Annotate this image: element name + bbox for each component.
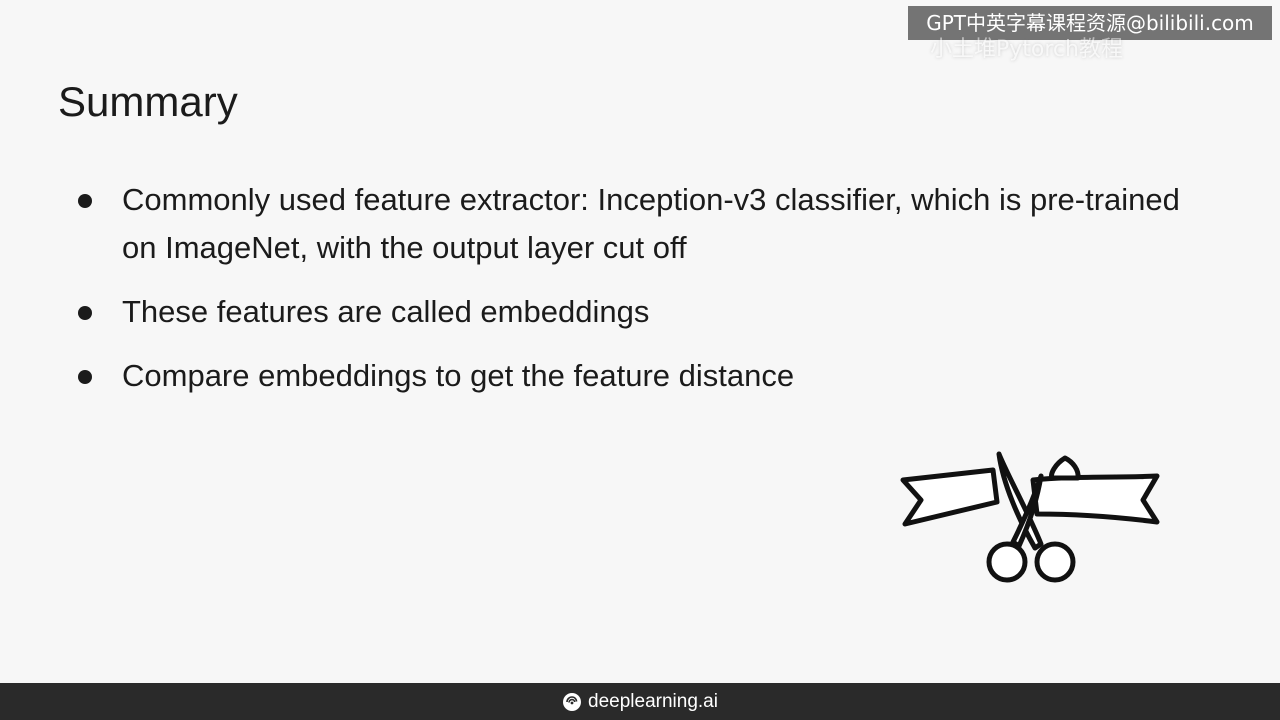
- bullet-dot-icon: [78, 194, 92, 208]
- footer-bar: deeplearning.ai: [0, 683, 1280, 720]
- deeplearning-logo-icon: [563, 692, 582, 711]
- scissors-cutting-ribbon-icon: [900, 451, 1160, 583]
- bullet-item: These features are called embeddings: [72, 288, 1222, 336]
- slide: GPT中英字幕课程资源@bilibili.com 小土堆Pytorch教程 Su…: [0, 0, 1280, 683]
- bullet-dot-icon: [78, 306, 92, 320]
- watermark-banner: GPT中英字幕课程资源@bilibili.com: [908, 6, 1272, 40]
- brand: deeplearning.ai: [562, 691, 718, 713]
- brand-name: deeplearning.ai: [588, 690, 718, 712]
- bullet-item: Compare embeddings to get the feature di…: [72, 352, 1222, 400]
- bullet-list: Commonly used feature extractor: Incepti…: [72, 176, 1222, 416]
- bullet-item: Commonly used feature extractor: Incepti…: [72, 176, 1222, 272]
- bullet-text: These features are called embeddings: [122, 294, 650, 329]
- watermark-subtext: 小土堆Pytorch教程: [930, 37, 1123, 62]
- bullet-dot-icon: [78, 370, 92, 384]
- bullet-text: Compare embeddings to get the feature di…: [122, 358, 795, 393]
- slide-title: Summary: [58, 78, 238, 125]
- bullet-text: Commonly used feature extractor: Incepti…: [122, 182, 1180, 265]
